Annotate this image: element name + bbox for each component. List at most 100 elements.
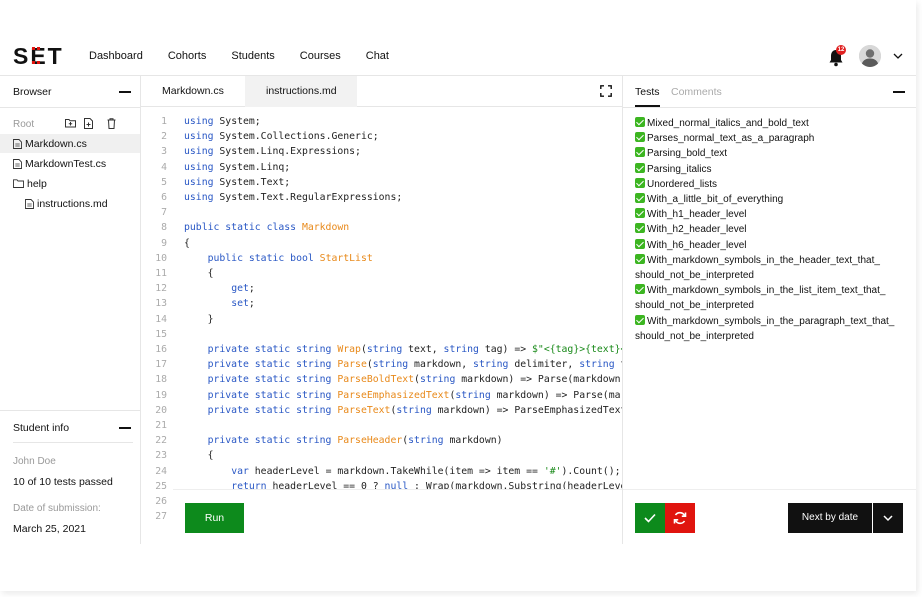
code-line: 9{ (141, 236, 622, 251)
user-avatar-icon (859, 45, 881, 67)
line-number: 14 (155, 313, 167, 325)
line-number: 27 (155, 511, 167, 522)
test-name: Mixed_normal_italics_and_bold_text (647, 118, 809, 129)
check-icon (644, 513, 656, 523)
test-item: With_a_little_bit_of_everything (635, 192, 910, 207)
next-options-dropdown[interactable] (873, 503, 903, 533)
collapse-browser-icon[interactable] (119, 91, 131, 93)
submission-date-label: Date of submission: (13, 503, 101, 514)
approve-button[interactable] (635, 503, 665, 533)
tab-markdown-cs[interactable]: Markdown.cs (141, 76, 245, 107)
code-line: 17 private static string Parse(string ma… (141, 357, 622, 372)
code-text: public static class Markdown (184, 222, 350, 234)
code-text: set; (231, 298, 255, 310)
code-area[interactable]: 1 using System; 2 using System.Collections.… (141, 114, 622, 522)
line-number: 2 (161, 131, 167, 143)
line-number: 10 (155, 252, 167, 264)
tab-comments[interactable]: Comments (671, 86, 722, 98)
request-changes-button[interactable] (665, 503, 695, 533)
passed-check-icon (635, 223, 645, 234)
file-name: MarkdownTest.cs (25, 157, 107, 170)
next-by-date-button[interactable]: Next by date (788, 503, 872, 533)
divider (0, 107, 141, 108)
code-text: using System.Linq; (184, 161, 291, 173)
code-text: using System.Text.RegularExpressions; (184, 192, 403, 203)
trash-icon[interactable] (107, 118, 116, 129)
main-nav: Dashboard Cohorts Students Courses Chat (89, 50, 414, 62)
test-item: Parses_normal_text_as_a_paragraph (635, 131, 910, 146)
file-icon (13, 158, 22, 169)
code-line: 22 private static string ParseHeader(str… (141, 433, 622, 448)
code-line: 12 get; (141, 281, 622, 296)
nav-cohorts[interactable]: Cohorts (168, 50, 207, 62)
chevron-down-icon[interactable] (893, 53, 903, 60)
passed-check-icon (635, 208, 645, 219)
tests-summary: 10 of 10 tests passed (13, 476, 113, 488)
passed-check-icon (635, 147, 645, 158)
file-item-instructions-md[interactable]: instructions.md (25, 194, 108, 213)
code-line: 11 { (141, 266, 622, 281)
file-name: Markdown.cs (25, 137, 87, 150)
nav-dashboard[interactable]: Dashboard (89, 50, 143, 62)
line-number: 18 (155, 374, 167, 386)
line-number: 4 (161, 161, 167, 173)
code-line: 7 (141, 205, 622, 220)
code-line: 3 using System.Linq.Expressions; (141, 144, 622, 159)
passed-check-icon (635, 162, 645, 173)
line-number: 9 (161, 237, 167, 249)
divider (13, 442, 133, 443)
line-number: 3 (161, 146, 167, 158)
passed-check-icon (635, 314, 645, 325)
test-item: Parsing_italics (635, 162, 910, 177)
test-name: Unordered_lists (647, 178, 718, 190)
test-name: With_markdown_symbols_in_the_list_item_t… (635, 285, 886, 312)
editor-tabs: Markdown.cs instructions.md (141, 76, 622, 107)
line-number: 24 (155, 465, 167, 477)
line-number: 17 (155, 359, 167, 371)
line-number: 1 (161, 116, 167, 127)
new-file-icon[interactable] (84, 118, 93, 129)
run-button[interactable]: Run (185, 503, 244, 533)
set-logo[interactable]: SET (13, 44, 67, 68)
left-sidebar: Browser Root Markdown.cs MarkdownTest.cs… (0, 76, 141, 544)
nav-students[interactable]: Students (231, 50, 274, 62)
nav-courses[interactable]: Courses (300, 50, 341, 62)
student-name: John Doe (13, 456, 56, 467)
app-window: SET Dashboard Cohorts Students Courses C… (0, 0, 916, 591)
divider (0, 410, 141, 411)
code-text: private static string ParseEmphasizedTex… (207, 389, 622, 401)
collapse-student-info-icon[interactable] (119, 427, 131, 429)
tab-tests[interactable]: Tests (635, 86, 660, 98)
line-number: 15 (155, 328, 167, 340)
code-line: 18 private static string ParseBoldText(s… (141, 372, 622, 387)
file-item-markdown-cs[interactable]: Markdown.cs (0, 134, 140, 153)
refresh-icon (673, 511, 687, 525)
file-item-markdowntest-cs[interactable]: MarkdownTest.cs (13, 154, 106, 173)
notification-badge: 12 (836, 45, 846, 55)
passed-check-icon (635, 284, 645, 295)
line-number: 7 (161, 207, 167, 219)
tests-panel: Tests Comments Mixed_normal_italics_and_… (623, 76, 916, 544)
code-line: 14 } (141, 312, 622, 327)
folder-item-help[interactable]: help (13, 174, 47, 193)
collapse-tests-icon[interactable] (893, 91, 905, 93)
test-item: With_markdown_symbols_in_the_header_text… (635, 253, 910, 283)
code-line: 5 using System.Text; (141, 175, 622, 190)
fullscreen-icon[interactable] (600, 85, 612, 97)
code-text: using System.Linq.Expressions; (184, 146, 361, 158)
avatar[interactable] (859, 45, 881, 67)
browser-title: Browser (13, 86, 52, 98)
tab-instructions-md[interactable]: instructions.md (245, 76, 357, 107)
submission-date: March 25, 2021 (13, 523, 86, 535)
code-line: 23 { (141, 448, 622, 463)
code-text: public static bool StartList (207, 252, 373, 264)
nav-chat[interactable]: Chat (366, 50, 389, 62)
new-folder-icon[interactable] (65, 118, 76, 128)
code-line: 13 set; (141, 296, 622, 311)
code-text: { (184, 268, 214, 279)
test-item: Parsing_bold_text (635, 146, 910, 161)
top-bar: SET Dashboard Cohorts Students Courses C… (0, 40, 916, 76)
line-number: 6 (161, 192, 167, 203)
code-line: 19 private static string ParseEmphasized… (141, 388, 622, 403)
test-item: Mixed_normal_italics_and_bold_text (635, 116, 910, 131)
